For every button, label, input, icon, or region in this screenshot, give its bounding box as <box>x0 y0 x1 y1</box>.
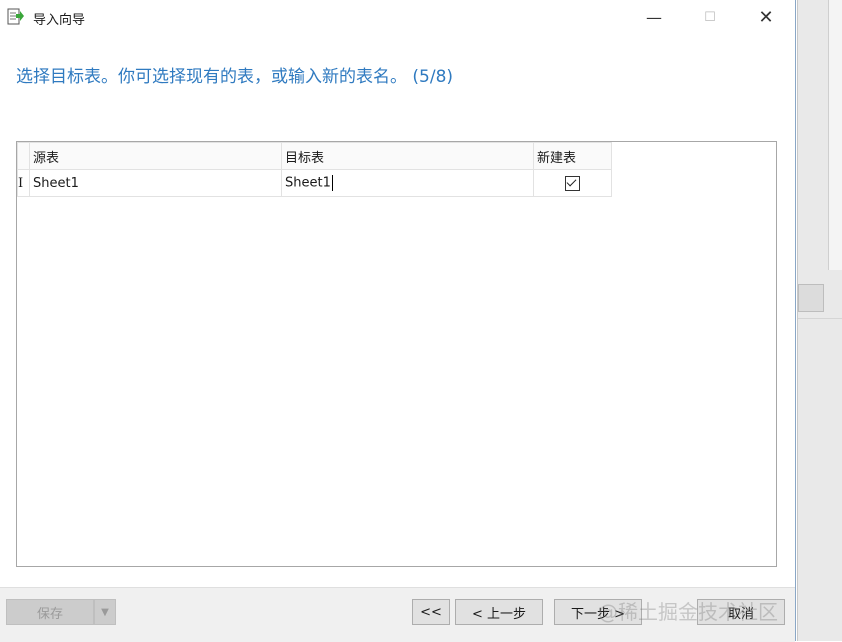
row-marker: I <box>17 169 30 197</box>
import-wizard-icon <box>7 8 25 26</box>
previous-step-button[interactable]: < 上一步 <box>455 599 543 625</box>
mapping-table: 源表 目标表 新建表 I Sheet1 Sheet1 <box>17 142 612 197</box>
window-title: 导入向导 <box>33 13 86 28</box>
minimize-button[interactable]: — <box>632 4 676 30</box>
maximize-button[interactable]: ☐ <box>688 4 732 30</box>
row-header-corner <box>17 142 30 170</box>
background-window-divider <box>798 318 842 319</box>
first-step-button[interactable]: << <box>412 599 450 625</box>
save-button[interactable]: 保存 <box>6 599 94 625</box>
target-table-grid: 源表 目标表 新建表 I Sheet1 Sheet1 <box>16 141 777 567</box>
target-table-input[interactable]: Sheet1 <box>285 176 331 191</box>
save-dropdown-button[interactable]: ▼ <box>94 599 116 625</box>
background-window <box>797 0 842 641</box>
new-table-cell[interactable] <box>533 169 612 197</box>
column-header-source[interactable]: 源表 <box>29 142 282 170</box>
footer-bar: 保存 ▼ << < 上一步 下一步 > 取消 <box>0 587 795 642</box>
close-button[interactable]: ✕ <box>744 4 788 30</box>
next-step-button[interactable]: 下一步 > <box>554 599 642 625</box>
column-header-target[interactable]: 目标表 <box>281 142 534 170</box>
column-header-new-table[interactable]: 新建表 <box>533 142 612 170</box>
target-table-cell[interactable]: Sheet1 <box>281 169 534 197</box>
table-header-row: 源表 目标表 新建表 <box>17 142 612 170</box>
title-bar: 导入向导 — ☐ ✕ <box>0 0 795 34</box>
step-heading: 选择目标表。你可选择现有的表，或输入新的表名。 (5/8) <box>16 67 454 87</box>
import-wizard-dialog: 导入向导 — ☐ ✕ 选择目标表。你可选择现有的表，或输入新的表名。 (5/8)… <box>0 0 796 642</box>
checkbox-checked-icon[interactable] <box>565 175 580 191</box>
text-caret <box>331 175 333 191</box>
cancel-button[interactable]: 取消 <box>697 599 785 625</box>
table-row[interactable]: I Sheet1 Sheet1 <box>17 169 612 197</box>
background-window-button <box>798 284 824 312</box>
background-window-panel <box>828 0 842 270</box>
source-table-cell[interactable]: Sheet1 <box>29 169 282 197</box>
